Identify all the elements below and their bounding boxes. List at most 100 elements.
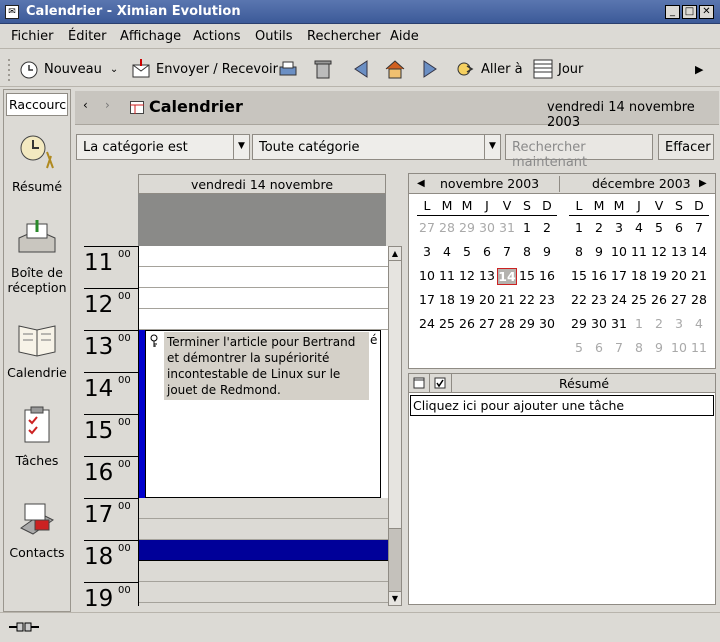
calendar-day[interactable]: 30 [589, 316, 609, 331]
calendar-day[interactable]: 25 [629, 292, 649, 307]
today-button[interactable] [384, 51, 406, 87]
calendar-day[interactable]: 17 [609, 268, 629, 283]
calendar-day[interactable]: 6 [477, 244, 497, 259]
calendar-day[interactable]: 30 [477, 220, 497, 235]
menu-fichier[interactable]: Fichier [11, 29, 54, 44]
shortcut-calendar[interactable]: Calendrie [4, 318, 70, 380]
calendar-day[interactable]: 8 [517, 244, 537, 259]
selected-time-slot[interactable] [139, 540, 388, 561]
calendar-day[interactable]: 3 [417, 244, 437, 259]
minimize-button[interactable]: _ [665, 5, 680, 19]
calendar-day[interactable]: 4 [689, 316, 709, 331]
clear-button[interactable]: Effacer [658, 134, 714, 160]
time-slot[interactable] [139, 582, 388, 603]
scroll-up-icon[interactable]: ▲ [389, 247, 401, 261]
calendar-day[interactable]: 2 [589, 220, 609, 235]
calendar-day[interactable]: 29 [517, 316, 537, 331]
chevron-down-icon[interactable]: ⌄ [110, 64, 118, 75]
day-view-button[interactable]: Jour [532, 51, 583, 87]
shortcut-contacts[interactable]: Contacts [4, 498, 70, 560]
calendar-day[interactable]: 27 [477, 316, 497, 331]
calendar-day[interactable]: 2 [537, 220, 557, 235]
calendar-day[interactable]: 11 [629, 244, 649, 259]
calendar-day[interactable]: 17 [417, 292, 437, 307]
calendar-day[interactable]: 23 [537, 292, 557, 307]
calendar-day[interactable]: 9 [649, 340, 669, 355]
calendar-day[interactable]: 26 [649, 292, 669, 307]
time-slot[interactable] [139, 519, 388, 540]
calendar-day[interactable]: 3 [669, 316, 689, 331]
menu-affichage[interactable]: Affichage [120, 29, 181, 44]
calendar-day[interactable]: 7 [609, 340, 629, 355]
calendar-day[interactable]: 13 [669, 244, 689, 259]
event-box[interactable]: Terminer l'article pour Bertrand et démo… [145, 330, 381, 498]
day-column[interactable]: Terminer l'article pour Bertrand et démo… [138, 246, 388, 606]
calendar-day[interactable]: 16 [537, 268, 557, 283]
time-slot[interactable] [139, 603, 388, 606]
calendar-day[interactable]: 20 [477, 292, 497, 307]
new-button[interactable]: Nouveau ⌄ [18, 51, 118, 87]
calendar-day[interactable]: 14 [689, 244, 709, 259]
calendar-day[interactable]: 6 [669, 220, 689, 235]
calendar-day[interactable]: 15 [517, 268, 537, 283]
print-button[interactable] [277, 51, 299, 87]
calendar-day[interactable]: 8 [629, 340, 649, 355]
calendar-day[interactable]: 21 [497, 292, 517, 307]
task-type-icon[interactable] [413, 377, 425, 389]
time-slot[interactable] [139, 246, 388, 267]
calendar-day[interactable]: 4 [629, 220, 649, 235]
calendar-day[interactable]: 10 [609, 244, 629, 259]
menu-actions[interactable]: Actions [193, 29, 241, 44]
category-field-select[interactable]: La catégorie est ▼ [76, 134, 250, 160]
calendar-day[interactable]: 7 [497, 244, 517, 259]
time-slot[interactable] [139, 267, 388, 288]
calendar-day[interactable]: 6 [589, 340, 609, 355]
calendar-day[interactable]: 26 [457, 316, 477, 331]
task-done-icon[interactable] [434, 377, 446, 389]
calendar-day[interactable]: 30 [537, 316, 557, 331]
previous-button[interactable] [350, 51, 372, 87]
calendar-day[interactable]: 5 [569, 340, 589, 355]
calendar-day[interactable]: 11 [689, 340, 709, 355]
calendar-day[interactable]: 31 [497, 220, 517, 235]
time-slot[interactable] [139, 561, 388, 582]
goto-button[interactable]: Aller à [455, 51, 523, 87]
calendar-day[interactable]: 11 [437, 268, 457, 283]
calendar-day[interactable]: 16 [589, 268, 609, 283]
day-scrollbar[interactable]: ▲ ▼ [388, 246, 402, 606]
calendar-day[interactable]: 1 [517, 220, 537, 235]
shortcut-summary[interactable]: Résumé [4, 132, 70, 194]
calendar-day[interactable]: 19 [457, 292, 477, 307]
time-slot[interactable] [139, 498, 388, 519]
forward-arrow-icon[interactable]: › [105, 98, 110, 112]
calendar-day[interactable]: 1 [569, 220, 589, 235]
calendar-day[interactable]: 2 [649, 316, 669, 331]
calendar-day[interactable]: 8 [569, 244, 589, 259]
calendar-day[interactable]: 22 [517, 292, 537, 307]
delete-button[interactable] [312, 51, 334, 87]
evolution-icon[interactable]: ✉ [5, 5, 19, 19]
calendar-day[interactable]: 5 [457, 244, 477, 259]
calendar-day[interactable]: 24 [609, 292, 629, 307]
toolbar-overflow-button[interactable]: ▶ [695, 51, 703, 87]
shortcut-group-button[interactable]: Raccourci [6, 93, 68, 116]
shortcut-inbox[interactable]: Boîte de réception [4, 218, 70, 295]
calendar-day[interactable]: 24 [417, 316, 437, 331]
calendar-day[interactable]: 27 [417, 220, 437, 235]
time-slot[interactable] [139, 288, 388, 309]
calendar-day[interactable]: 18 [629, 268, 649, 283]
calendar-day[interactable]: 5 [649, 220, 669, 235]
calendar-day[interactable]: 29 [569, 316, 589, 331]
calendar-day[interactable]: 22 [569, 292, 589, 307]
prev-month-icon[interactable]: ◀ [417, 178, 425, 196]
calendar-day[interactable]: 18 [437, 292, 457, 307]
calendar-day[interactable]: 23 [589, 292, 609, 307]
calendar-day[interactable]: 10 [417, 268, 437, 283]
calendar-day[interactable]: 20 [669, 268, 689, 283]
all-day-area[interactable] [138, 194, 386, 246]
category-value-select[interactable]: Toute catégorie ▼ [252, 134, 501, 160]
next-button[interactable] [419, 51, 441, 87]
time-slot[interactable] [139, 309, 388, 330]
calendar-day[interactable]: 28 [437, 220, 457, 235]
calendar-day[interactable]: 15 [569, 268, 589, 283]
